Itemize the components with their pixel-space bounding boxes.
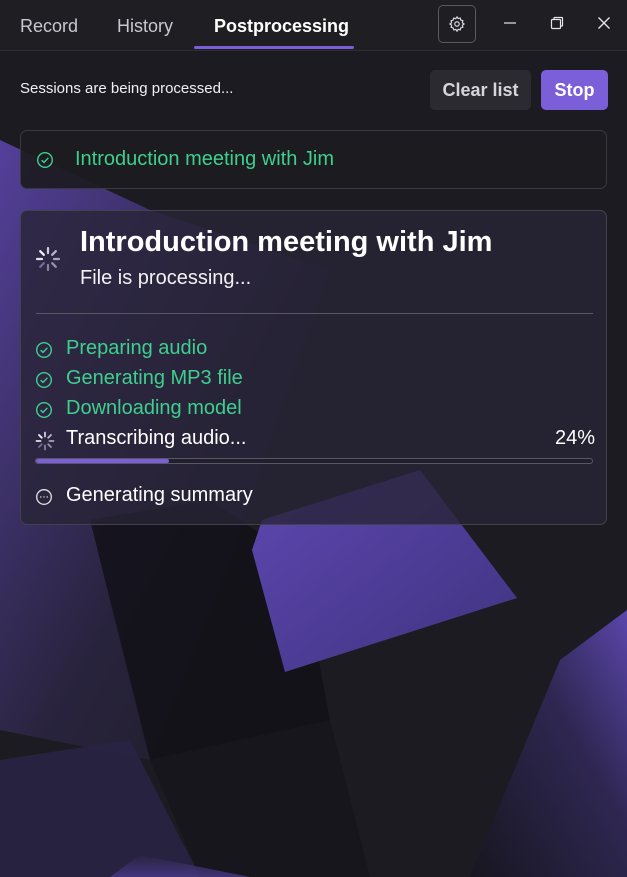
session-card-processing: Introduction meeting with Jim File is pr… bbox=[20, 210, 607, 525]
check-circle-icon bbox=[36, 151, 54, 174]
minimize-button[interactable] bbox=[495, 8, 525, 38]
title-bar: Record History Postprocessing bbox=[0, 0, 627, 51]
step-generating-summary: Generating summary bbox=[35, 484, 595, 510]
step-generating-mp3: Generating MP3 file bbox=[35, 367, 595, 393]
active-tab-indicator bbox=[194, 46, 354, 49]
spinner-icon bbox=[35, 431, 55, 456]
stop-button[interactable]: Stop bbox=[541, 70, 608, 110]
step-label: Generating summary bbox=[66, 484, 253, 506]
step-label: Transcribing audio... bbox=[66, 427, 247, 449]
check-circle-icon bbox=[35, 371, 53, 394]
session-title: Introduction meeting with Jim bbox=[80, 226, 493, 258]
restore-icon bbox=[550, 16, 564, 30]
app-window: Record History Postprocessing Sessions a… bbox=[0, 0, 627, 877]
check-circle-icon bbox=[35, 341, 53, 364]
session-subtitle: File is processing... bbox=[80, 267, 252, 289]
minimize-icon bbox=[504, 22, 516, 24]
step-label: Preparing audio bbox=[66, 337, 208, 359]
progress-percent: 24% bbox=[554, 427, 595, 449]
progress-fill bbox=[36, 459, 170, 463]
check-circle-icon bbox=[35, 401, 53, 424]
tab-history[interactable]: History bbox=[117, 0, 173, 50]
step-label: Downloading model bbox=[66, 397, 242, 419]
step-transcribing-audio: Transcribing audio... 24% bbox=[35, 427, 595, 453]
restore-button[interactable] bbox=[542, 8, 572, 38]
session-title: Introduction meeting with Jim bbox=[75, 148, 335, 170]
spinner-icon bbox=[35, 246, 61, 277]
settings-button[interactable] bbox=[438, 5, 476, 43]
clear-list-button[interactable]: Clear list bbox=[430, 70, 531, 110]
step-preparing-audio: Preparing audio bbox=[35, 337, 595, 363]
progress-bar bbox=[35, 458, 593, 464]
tab-postprocessing[interactable]: Postprocessing bbox=[214, 0, 349, 50]
processing-status-text: Sessions are being processed... bbox=[20, 80, 234, 97]
divider bbox=[36, 313, 593, 314]
tab-record[interactable]: Record bbox=[20, 0, 78, 50]
step-downloading-model: Downloading model bbox=[35, 397, 595, 423]
close-button[interactable] bbox=[589, 8, 619, 38]
pending-circle-icon bbox=[35, 488, 53, 511]
session-card-completed[interactable]: Introduction meeting with Jim bbox=[20, 130, 607, 189]
step-label: Generating MP3 file bbox=[66, 367, 243, 389]
gear-icon bbox=[448, 15, 466, 33]
close-icon bbox=[598, 17, 610, 29]
